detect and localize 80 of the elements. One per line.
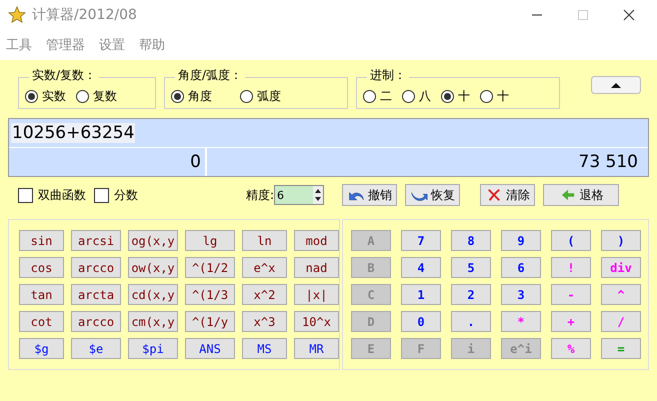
close-icon[interactable]: [623, 9, 635, 21]
radio-label: 八: [419, 88, 431, 104]
key-button[interactable]: sin: [19, 230, 64, 251]
radio-button[interactable]: [441, 90, 454, 102]
collapse-button[interactable]: [591, 76, 641, 94]
key-button[interactable]: ANS: [185, 338, 235, 359]
imaginary-result: 0: [9, 148, 207, 176]
key-button[interactable]: cd(x,y: [128, 284, 178, 305]
key-button[interactable]: 0: [401, 311, 441, 332]
key-button[interactable]: 3: [501, 284, 541, 305]
star-icon: [8, 6, 26, 24]
precision-spinner[interactable]: 6: [274, 185, 324, 205]
key-button[interactable]: .: [451, 311, 491, 332]
key-button[interactable]: MS: [242, 338, 287, 359]
action-button[interactable]: 清除: [480, 184, 536, 206]
key-button[interactable]: x^3: [242, 311, 287, 332]
key-button[interactable]: |x|: [294, 284, 339, 305]
radio-button[interactable]: [480, 90, 493, 102]
key-button[interactable]: ^(1/3: [185, 284, 235, 305]
radio-button[interactable]: [363, 90, 376, 102]
menu-item[interactable]: 工具: [6, 36, 32, 54]
window-title: 计算器/2012/08: [32, 6, 137, 24]
action-button[interactable]: 退格: [543, 184, 620, 206]
expression-field[interactable]: 10256+63254: [11, 123, 136, 143]
radio-button[interactable]: [171, 90, 184, 102]
key-button[interactable]: cot: [19, 311, 64, 332]
key-button[interactable]: 7: [401, 230, 441, 251]
radio-label: 弧度: [257, 88, 281, 104]
key-button[interactable]: 6: [501, 257, 541, 278]
checkbox-option[interactable]: 双曲函数: [18, 186, 86, 204]
key-button[interactable]: 5: [451, 257, 491, 278]
key-button[interactable]: arcta: [71, 284, 121, 305]
checkbox-option[interactable]: 分数: [94, 186, 138, 204]
key-button[interactable]: arcco: [71, 257, 121, 278]
key-button[interactable]: arcco: [71, 311, 121, 332]
key-button[interactable]: 10^x: [294, 311, 339, 332]
key-button[interactable]: 9: [501, 230, 541, 251]
menu-item[interactable]: 设置: [99, 36, 125, 54]
key-button[interactable]: ): [601, 230, 641, 251]
key-button[interactable]: 1: [401, 284, 441, 305]
key-button[interactable]: lg: [185, 230, 235, 251]
radio-label: 十: [458, 88, 470, 104]
key-button[interactable]: $e: [71, 338, 121, 359]
menu-item[interactable]: 管理器: [46, 36, 85, 54]
radio-label: 实数: [42, 88, 66, 104]
key-button[interactable]: 2: [451, 284, 491, 305]
key-button[interactable]: $pi: [128, 338, 178, 359]
action-button[interactable]: 撤销: [342, 184, 398, 206]
key-button[interactable]: ^(1/y: [185, 311, 235, 332]
menu-item[interactable]: 帮助: [139, 36, 165, 54]
result-value: 73 510: [578, 151, 639, 174]
key-button[interactable]: tan: [19, 284, 64, 305]
radio-label: 二: [380, 88, 392, 104]
radio-button[interactable]: [402, 90, 415, 102]
action-button[interactable]: 恢复: [405, 184, 460, 206]
key-button[interactable]: 4: [401, 257, 441, 278]
key-button[interactable]: e^x: [242, 257, 287, 278]
radio-label: 十: [497, 88, 509, 104]
key-button[interactable]: cos: [19, 257, 64, 278]
precision-label: 精度:: [246, 186, 274, 204]
key-button[interactable]: x^2: [242, 284, 287, 305]
key-button[interactable]: cm(x,y: [128, 311, 178, 332]
key-button[interactable]: MR: [294, 338, 339, 359]
radio-button[interactable]: [76, 90, 89, 102]
key-button[interactable]: arcsi: [71, 230, 121, 251]
key-button[interactable]: (: [551, 230, 591, 251]
radio-button[interactable]: [25, 90, 38, 102]
radio-label: 复数: [93, 88, 117, 104]
group-title: 进制：: [367, 67, 409, 84]
radio-button[interactable]: [240, 90, 253, 102]
key-button[interactable]: 8: [451, 230, 491, 251]
key-button[interactable]: ^(1/2: [185, 257, 235, 278]
key-button[interactable]: ow(x,y: [128, 257, 178, 278]
key-button[interactable]: og(x,y: [128, 230, 178, 251]
key-button[interactable]: mod: [294, 230, 339, 251]
radio-label: 角度: [188, 88, 212, 104]
key-button[interactable]: nad: [294, 257, 339, 278]
key-button[interactable]: $g: [19, 338, 64, 359]
group-title: 实数/复数：: [29, 67, 100, 84]
key-button[interactable]: ln: [242, 230, 287, 251]
